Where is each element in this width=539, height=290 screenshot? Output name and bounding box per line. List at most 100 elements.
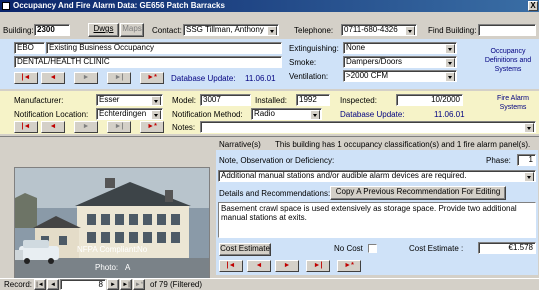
narratives-label: Narrative(s) — [219, 140, 261, 149]
narrative-summary: This building has 1 occupancy classifica… — [275, 140, 531, 149]
extinguishing-field[interactable]: None — [343, 42, 457, 54]
building-label: Building: — [3, 26, 34, 35]
record-label: Record: — [4, 280, 33, 289]
chevron-down-icon[interactable] — [405, 26, 415, 35]
extinguishing-label: Extinguishing: — [289, 44, 339, 53]
cost-estimate-button[interactable]: Cost Estimate — [219, 243, 271, 256]
chevron-down-icon[interactable] — [445, 72, 455, 81]
maps-button[interactable]: Maps — [120, 23, 144, 37]
photo-value: A — [125, 263, 131, 272]
occupancy-window: Occupancy And Fire Alarm Data: GE656 Pat… — [0, 0, 539, 290]
narr-last-button[interactable]: ►| — [306, 260, 330, 272]
alarm-first-button[interactable]: |◄ — [14, 121, 38, 133]
model-field[interactable]: 3007 — [200, 94, 251, 106]
nfpa-compliant-value: No — [137, 245, 148, 254]
no-cost-label: No Cost — [334, 244, 363, 253]
find-building-field[interactable] — [478, 24, 536, 36]
occ-new-button[interactable]: ►* — [140, 72, 164, 84]
narr-next-button[interactable]: ► — [275, 260, 299, 272]
contact-value: SSG Tillman, Anthony — [186, 25, 264, 34]
smoke-value: Dampers/Doors — [346, 57, 403, 66]
installed-label: Installed: — [255, 96, 288, 105]
nfpa-compliant-label: NFPA Compliant: — [77, 245, 138, 254]
ventilation-value: >2000 CFM — [346, 71, 389, 80]
no-cost-checkbox[interactable] — [368, 244, 377, 253]
phase-field[interactable]: 1 — [517, 154, 536, 166]
inspected-field[interactable]: 10/2000 — [396, 94, 463, 106]
section-divider — [0, 136, 539, 137]
telephone-value: 0711-680-4326 — [344, 25, 398, 34]
occupancy-description-field[interactable]: Existing Business Occupancy — [46, 42, 282, 54]
chevron-down-icon[interactable] — [310, 110, 320, 119]
notification-location-field[interactable]: Echterdingen — [96, 108, 163, 120]
building-photo: NFPA Compliant: No Photo: A — [14, 167, 210, 281]
smoke-field[interactable]: Dampers/Doors — [343, 56, 457, 68]
model-label: Model: — [172, 96, 197, 105]
occ-db-update-label: Database Update: — [171, 74, 236, 83]
manufacturer-field[interactable]: Esser — [96, 94, 163, 106]
smoke-label: Smoke: — [289, 58, 317, 67]
cost-estimate-field[interactable]: €1.578 — [478, 242, 536, 254]
notification-method-label: Notification Method: — [172, 110, 243, 119]
chevron-down-icon[interactable] — [151, 96, 161, 105]
installed-field[interactable]: 1992 — [296, 94, 330, 106]
building-field[interactable]: 2300 — [34, 24, 70, 36]
alarm-last-button[interactable]: ►| — [107, 121, 131, 133]
cost-estimate-label: Cost Estimate : — [409, 244, 464, 253]
notification-method-field[interactable]: Radio — [251, 108, 322, 120]
alarm-new-button[interactable]: ►* — [140, 121, 164, 133]
occ-prev-button[interactable]: ◄ — [41, 72, 65, 84]
record-last-button[interactable]: ►| — [120, 279, 132, 290]
contact-label: Contact: — [152, 26, 182, 35]
chevron-down-icon[interactable] — [524, 123, 534, 132]
recommendation-textarea[interactable]: Basement crawl space is used extensively… — [218, 202, 536, 238]
notes-label: Notes: — [172, 123, 196, 132]
record-navigator: Record: |◄ ◄ 8 ► ►| ►* of 79 (Filtered) — [0, 278, 539, 290]
notification-location-value: Echterdingen — [99, 109, 147, 118]
occ-last-button[interactable]: ►| — [107, 72, 131, 84]
ventilation-field[interactable]: >2000 CFM — [343, 70, 457, 82]
inspected-label: Inspected: — [340, 96, 377, 105]
record-new-button[interactable]: ►* — [133, 279, 145, 290]
record-prev-button[interactable]: ◄ — [47, 279, 59, 290]
fire-alarm-systems-link[interactable]: Fire Alarm Systems — [488, 94, 538, 112]
chevron-down-icon[interactable] — [151, 110, 161, 119]
copy-recommendation-button[interactable]: Copy A Previous Recommendation For Editi… — [330, 186, 506, 200]
chevron-down-icon[interactable] — [524, 172, 534, 181]
phase-label: Phase: — [486, 156, 511, 165]
photo-label: Photo: — [95, 263, 119, 272]
narr-prev-button[interactable]: ◄ — [247, 260, 271, 272]
chevron-down-icon[interactable] — [445, 58, 455, 67]
occ-next-button[interactable]: ► — [74, 72, 98, 84]
alarm-db-update-value: 11.06.01 — [434, 110, 465, 119]
occupancy-definitions-link[interactable]: Occupancy Definitions and Systems — [478, 47, 538, 74]
alarm-prev-button[interactable]: ◄ — [41, 121, 65, 133]
note-label: Note, Observation or Deficiency: — [219, 156, 335, 165]
occupancy-use-field[interactable]: DENTAL/HEALTH CLINIC — [14, 56, 282, 68]
notes-field[interactable] — [200, 121, 536, 133]
record-next-button[interactable]: ► — [107, 279, 119, 290]
narr-first-button[interactable]: |◄ — [219, 260, 243, 272]
narr-new-button[interactable]: ►* — [337, 260, 361, 272]
occ-first-button[interactable]: |◄ — [14, 72, 38, 84]
occupancy-code-field[interactable]: EBO — [14, 42, 45, 54]
extinguishing-value: None — [346, 43, 366, 52]
notification-location-label: Notification Location: — [14, 110, 89, 119]
record-first-button[interactable]: |◄ — [34, 279, 46, 290]
alarm-db-update-label: Database Update: — [340, 110, 405, 119]
chevron-down-icon[interactable] — [445, 44, 455, 53]
telephone-field[interactable]: 0711-680-4326 — [341, 24, 417, 36]
contact-field[interactable]: SSG Tillman, Anthony — [183, 24, 279, 36]
record-number-field[interactable]: 8 — [60, 279, 106, 290]
deficiency-field[interactable]: Additional manual stations and/or audibl… — [218, 170, 536, 182]
telephone-label: Telephone: — [294, 26, 334, 35]
close-button[interactable]: X — [528, 1, 538, 11]
find-building-label: Find Building: — [428, 26, 477, 35]
manufacturer-value: Esser — [99, 95, 120, 104]
chevron-down-icon[interactable] — [267, 26, 277, 35]
window-title: Occupancy And Fire Alarm Data: GE656 Pat… — [13, 1, 225, 10]
details-label: Details and Recommendations: — [219, 189, 331, 198]
occ-db-update-value: 11.06.01 — [245, 74, 276, 83]
dwgs-button[interactable]: Dwgs — [88, 23, 119, 37]
alarm-next-button[interactable]: ► — [74, 121, 98, 133]
